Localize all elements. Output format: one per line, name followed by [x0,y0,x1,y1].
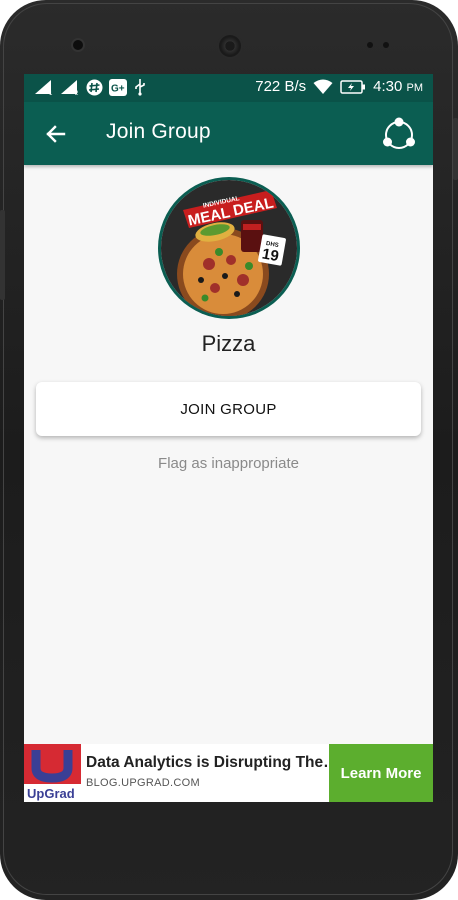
volume-button [0,210,5,300]
ad-banner[interactable]: UpGrad Data Analytics is Disrupting The…… [24,744,433,802]
clock-time: 4:30 [373,78,403,95]
learn-more-button[interactable]: Learn More [329,744,433,802]
ad-headline: Data Analytics is Disrupting The… [86,754,331,771]
ad-brand: UpGrad [27,786,75,801]
network-speed: 722 B/s [255,78,307,95]
clock: 4:30 PM [373,78,423,95]
earpiece-speaker [219,35,241,57]
status-bar: 1 2 G+ 722 B/s 4:30 PM [24,74,433,102]
slack-icon [86,79,103,96]
phone-frame: 1 2 G+ 722 B/s 4:30 PM Join Group DHS 19… [0,0,458,900]
status-left-icons: 1 2 G+ [34,78,147,96]
clock-ampm: PM [406,82,424,94]
flag-inappropriate-link[interactable]: Flag as inappropriate [24,455,433,472]
price-value: 19 [261,245,280,265]
signal-sim1-icon: 1 [34,79,54,95]
status-right: 722 B/s 4:30 PM [255,78,423,95]
svg-text:2: 2 [75,91,79,95]
proximity-sensor [367,42,373,48]
signal-sim2-icon: 2 [60,79,80,95]
light-sensor [383,42,389,48]
screen: 1 2 G+ 722 B/s 4:30 PM Join Group DHS 19… [24,74,433,802]
upgrad-logo: UpGrad [24,744,81,802]
usb-icon [133,78,147,96]
svg-text:G+: G+ [111,83,125,94]
arrow-left-icon[interactable] [42,120,70,148]
battery-charging-icon [340,79,366,94]
wifi-icon [313,79,333,95]
google-plus-icon: G+ [109,78,127,96]
app-toolbar: Join Group [24,102,433,165]
share-icon[interactable] [379,114,419,154]
svg-text:1: 1 [49,91,53,95]
join-group-button[interactable]: JOIN GROUP [36,382,421,436]
group-name: Pizza [201,331,256,356]
front-camera [73,40,83,50]
power-button [453,118,458,180]
group-avatar[interactable]: DHS 19 INDIVIDUAL MEAL DEAL [161,180,297,316]
page-title: Join Group [106,120,211,143]
ad-url: BLOG.UPGRAD.COM [86,777,200,789]
pizza-meal-deal-image: DHS 19 INDIVIDUAL MEAL DEAL [161,180,297,316]
